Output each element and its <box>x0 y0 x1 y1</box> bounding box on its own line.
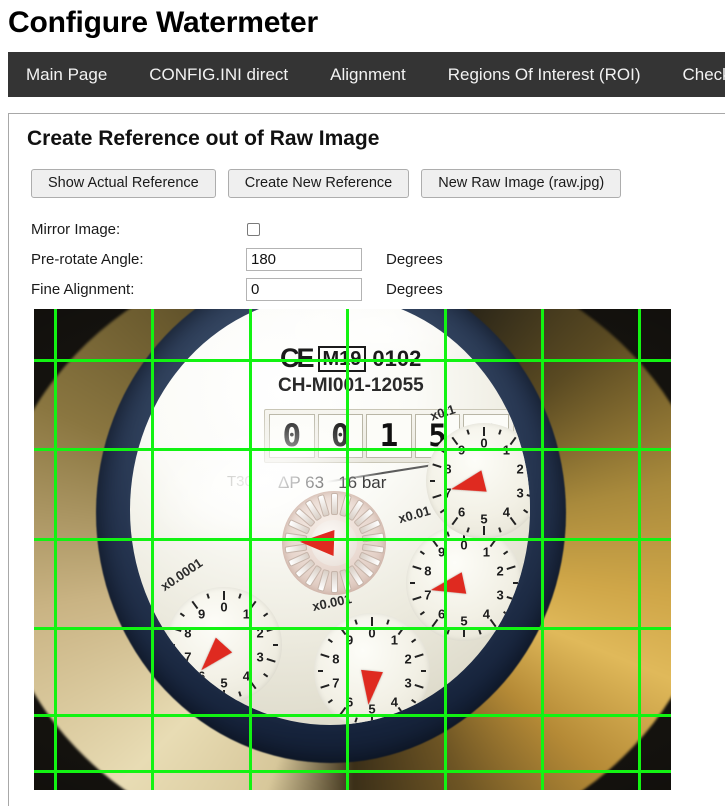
star-wheel-spoke <box>330 571 338 593</box>
sub-dial-number: 2 <box>516 461 524 477</box>
ce-year-box: M19 <box>317 345 367 372</box>
sub-dial-needle <box>357 669 383 706</box>
nav-item-config-ini-direct[interactable]: CONFIG.INI direct <box>149 52 288 97</box>
sub-dial-number: 6 <box>438 606 446 622</box>
ce-marking-row: CE M19 0102 <box>280 343 421 374</box>
sub-dial-number: 7 <box>332 675 340 691</box>
raw-image-preview[interactable]: CE M19 0102 CH-MI001-12055 m3 0 0 1 5 5 <box>34 309 671 790</box>
register-digit: 0 <box>317 414 364 458</box>
star-wheel-needle <box>299 528 335 556</box>
sub-dial-number: 4 <box>390 694 398 710</box>
nav-item-regions-of-interest[interactable]: Regions Of Interest (ROI) <box>448 52 641 97</box>
sub-dial-number: 2 <box>496 563 504 579</box>
sub-dial-number: 2 <box>256 625 264 641</box>
pre-rotate-angle-input[interactable] <box>246 247 362 271</box>
sub-dial-number: 0 <box>460 537 468 553</box>
mirror-image-control <box>246 222 386 236</box>
sub-dial-numbers: 0123456789 <box>314 613 430 725</box>
sub-dial-number: 7 <box>184 649 192 665</box>
sub-dial-number: 3 <box>404 675 412 691</box>
pre-rotate-angle-unit: Degrees <box>386 250 443 268</box>
temperature-class-label: T30 <box>227 473 253 490</box>
sub-dial-number: 5 <box>480 511 488 527</box>
action-button-row: Show Actual Reference Create New Referen… <box>31 169 622 198</box>
show-actual-reference-button[interactable]: Show Actual Reference <box>31 169 216 198</box>
new-raw-image-button[interactable]: New Raw Image (raw.jpg) <box>421 169 622 198</box>
fine-alignment-control <box>246 277 386 301</box>
sub-dial-number: 1 <box>482 544 490 560</box>
sub-dial-number: 9 <box>346 632 354 648</box>
sub-dial-number: 1 <box>502 442 510 458</box>
sub-dial-number: 6 <box>346 694 354 710</box>
sub-dial-number: 5 <box>220 675 228 691</box>
pre-rotate-angle-row: Pre-rotate Angle: Degrees <box>31 244 691 274</box>
mirror-image-checkbox[interactable] <box>247 222 260 236</box>
nav-item-alignment[interactable]: Alignment <box>330 52 406 97</box>
sub-dial-x0-0001: 0123456789 <box>166 587 282 703</box>
sub-dial-number: 8 <box>424 563 432 579</box>
sub-dial-number: 0 <box>220 599 228 615</box>
alignment-form: Mirror Image: Pre-rotate Angle: Degrees … <box>31 214 691 304</box>
sub-dial-x0-001: 0123456789 <box>314 613 430 725</box>
sub-dial-number: 8 <box>444 461 452 477</box>
flow-star-wheel <box>282 491 386 595</box>
create-new-reference-button[interactable]: Create New Reference <box>227 169 410 198</box>
ce-notified-body-number: 0102 <box>372 345 422 371</box>
fine-alignment-label: Fine Alignment: <box>31 280 135 298</box>
page-title: Configure Watermeter <box>8 6 318 39</box>
pressure-loss-text: ΔP 63 <box>278 473 325 492</box>
sub-dial-number: 4 <box>482 606 490 622</box>
sub-dial-number: 9 <box>458 442 466 458</box>
sub-dial-number: 0 <box>480 435 488 451</box>
pre-rotate-angle-control <box>246 247 386 271</box>
mirror-image-label: Mirror Image: <box>31 220 121 238</box>
sub-dial-number: 6 <box>458 504 466 520</box>
sub-dial-number: 1 <box>242 606 250 622</box>
ce-mark-text: CE <box>280 343 314 373</box>
meter-photo: CE M19 0102 CH-MI001-12055 m3 0 0 1 5 5 <box>34 309 671 790</box>
fine-alignment-input[interactable] <box>246 277 362 301</box>
main-navbar: Main Page CONFIG.INI direct Alignment Re… <box>8 52 725 97</box>
create-reference-panel: Create Reference out of Raw Image Show A… <box>8 113 725 806</box>
pre-rotate-angle-label: Pre-rotate Angle: <box>31 250 144 268</box>
sub-dial-number: 3 <box>496 587 504 603</box>
page-root: Configure Watermeter Main Page CONFIG.IN… <box>0 0 725 806</box>
mirror-image-row: Mirror Image: <box>31 214 691 244</box>
panel-title: Create Reference out of Raw Image <box>27 127 380 150</box>
sub-dial-label-x0-01: x0.01 <box>396 502 432 527</box>
register-digit: 1 <box>366 414 412 458</box>
sub-dial-number: 4 <box>242 668 250 684</box>
sub-dial-number: 0 <box>368 625 376 641</box>
star-wheel-spoke <box>330 493 338 515</box>
fine-alignment-row: Fine Alignment: Degrees <box>31 274 691 304</box>
sub-dial-number: 3 <box>516 485 524 501</box>
sub-dial-x0-01: 0123456789 <box>406 525 522 641</box>
sub-dial-number: 9 <box>198 606 206 622</box>
sub-dial-number: 8 <box>184 625 192 641</box>
sub-dial-number: 4 <box>502 504 510 520</box>
fine-alignment-unit: Degrees <box>386 280 443 298</box>
sub-dial-number: 1 <box>390 632 398 648</box>
sub-dial-number: 9 <box>438 544 446 560</box>
register-digit: 0 <box>269 414 315 458</box>
sub-dial-number: 2 <box>404 651 412 667</box>
sub-dial-label-x0-001: x0.001 <box>310 591 353 614</box>
sub-dial-number: 8 <box>332 651 340 667</box>
sub-dial-number: 5 <box>460 613 468 629</box>
nav-item-check[interactable]: Check <box>682 52 725 97</box>
nav-item-main-page[interactable]: Main Page <box>26 52 107 97</box>
sub-dial-x0-1: 0123456789 <box>426 423 530 539</box>
meter-type-code: CH-MI001-12055 <box>278 375 424 396</box>
sub-dial-number: 3 <box>256 649 264 665</box>
meter-dial-face: CE M19 0102 CH-MI001-12055 m3 0 0 1 5 5 <box>130 309 530 725</box>
sub-dial-label-x0-0001: x0.0001 <box>157 555 206 594</box>
star-wheel-spoke <box>361 532 384 543</box>
